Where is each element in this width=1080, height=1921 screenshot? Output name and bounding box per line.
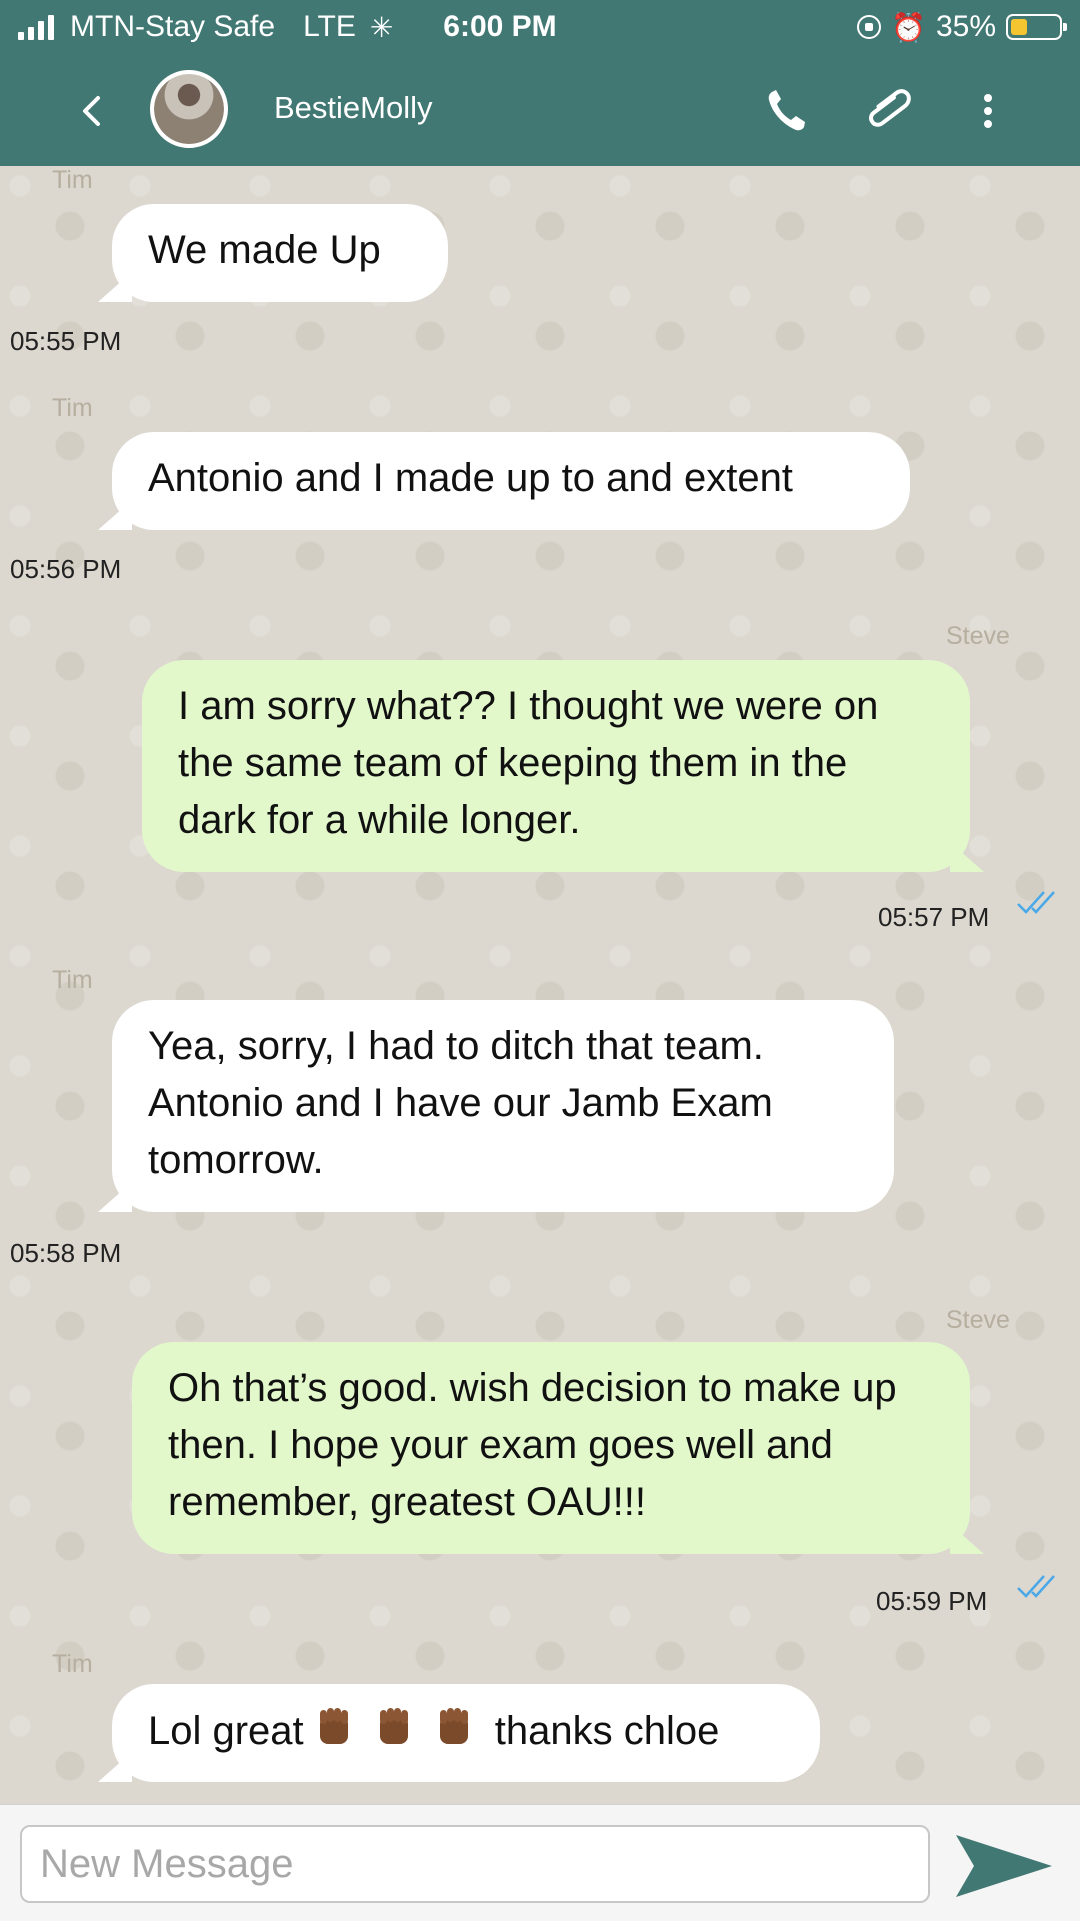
incoming-message-bubble[interactable]: Lol great thanks chloe — [112, 1684, 820, 1782]
contact-name[interactable]: BestieMolly — [274, 90, 433, 126]
message-text: Antonio and I made up to and extent — [148, 456, 793, 500]
message-text: Yea, sorry, I had to ditch that team. An… — [148, 1024, 773, 1182]
incoming-message-bubble[interactable]: Yea, sorry, I had to ditch that team. An… — [112, 1000, 894, 1212]
incoming-message-bubble[interactable]: Antonio and I made up to and extent — [112, 432, 910, 530]
more-options-icon[interactable] — [978, 84, 1028, 138]
battery-percent: 35% — [935, 10, 996, 43]
message-time: 05:56 PM — [10, 554, 122, 584]
battery-icon — [1006, 14, 1067, 40]
message-sender: Tim — [52, 394, 93, 422]
message-text: Oh that’s good. wish decision to make up… — [168, 1366, 897, 1524]
alarm-icon: ⏰ — [891, 11, 926, 43]
message-sender: Steve — [946, 1306, 1010, 1334]
orientation-lock-icon — [857, 15, 882, 39]
message-time: 05:55 PM — [10, 326, 122, 356]
message-text-end: thanks chloe — [494, 1709, 720, 1753]
chat-header: BestieMolly — [0, 56, 1080, 166]
message-sender: Tim — [52, 1650, 93, 1678]
incoming-message-bubble[interactable]: We made Up — [112, 204, 448, 302]
contact-avatar[interactable] — [150, 70, 228, 148]
message-text: I am sorry what?? I thought we were on t… — [178, 684, 879, 842]
message-composer — [0, 1804, 1080, 1921]
message-text-start: Lol great — [148, 1709, 304, 1753]
message-time: 05:57 PM — [878, 902, 990, 932]
raised-fist-emoji-icon — [439, 1708, 468, 1744]
message-sender: Steve — [946, 622, 1010, 650]
chat-message-list[interactable]: Tim We made Up 05:55 PM Tim Antonio and … — [0, 166, 1080, 1804]
raised-fist-emoji-icon — [319, 1708, 348, 1744]
outgoing-message-bubble[interactable]: Oh that’s good. wish decision to make up… — [132, 1342, 970, 1554]
message-sender: Tim — [52, 966, 93, 994]
attachment-clip-icon[interactable] — [864, 84, 914, 138]
new-message-input[interactable] — [20, 1825, 930, 1903]
outgoing-message-bubble[interactable]: I am sorry what?? I thought we were on t… — [142, 660, 970, 872]
message-time: 05:58 PM — [10, 1238, 122, 1268]
raised-fist-emoji-icon — [379, 1708, 408, 1744]
status-bar: MTN-Stay Safe LTE ✳ 6:00 PM ⏰ 35% — [0, 0, 1080, 56]
status-time: 6:00 PM — [443, 10, 557, 43]
send-arrow-icon[interactable] — [952, 1831, 1056, 1901]
read-receipt-check-icon — [1017, 891, 1055, 914]
back-chevron-icon[interactable] — [72, 88, 112, 134]
phone-call-icon[interactable] — [762, 84, 812, 138]
read-receipt-check-icon — [1017, 1575, 1055, 1598]
message-text: We made Up — [148, 228, 381, 272]
message-time: 05:59 PM — [876, 1586, 988, 1616]
message-sender: Tim — [52, 166, 93, 194]
